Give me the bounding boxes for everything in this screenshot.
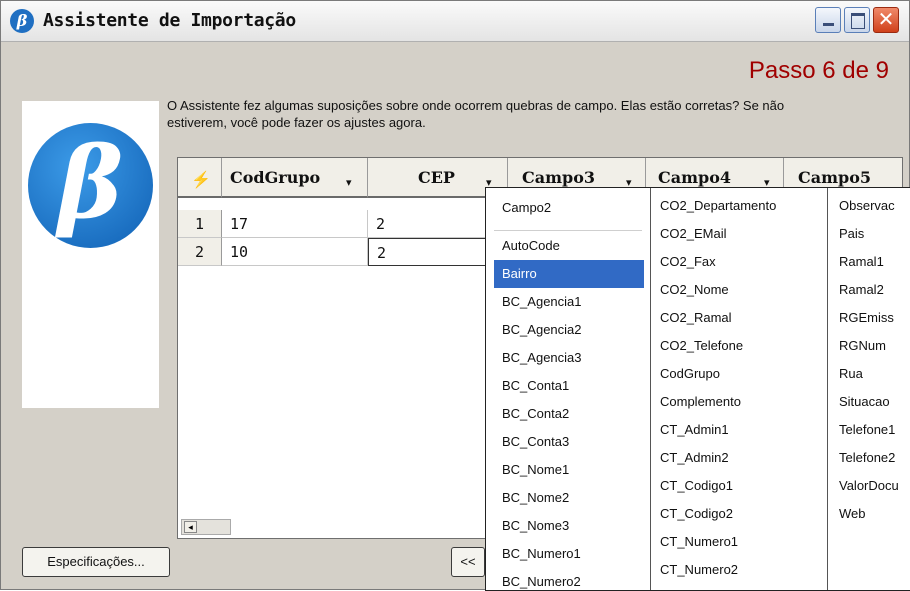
dropdown-item[interactable]: CT_Numero1 — [660, 528, 738, 556]
import-wizard-window: β Assistente de Importação ✕ Passo 6 de … — [0, 0, 910, 591]
dropdown-item[interactable]: CO2_Nome — [660, 276, 729, 304]
dropdown-item[interactable]: BC_Conta1 — [494, 372, 644, 400]
column-header-label: Campo5 — [798, 168, 872, 187]
dropdown-item[interactable]: CT_Numero2 — [660, 556, 738, 584]
wizard-message: O Assistente fez algumas suposições sobr… — [167, 98, 785, 130]
table-cell-active[interactable]: 2 — [368, 238, 486, 266]
title-bar[interactable]: β Assistente de Importação ✕ — [1, 1, 909, 42]
dropdown-item[interactable]: Pais — [839, 220, 864, 248]
row-number[interactable]: 1 — [178, 210, 222, 238]
dropdown-item[interactable]: Rua — [839, 360, 863, 388]
horizontal-scrollbar[interactable]: ◂ — [181, 519, 231, 535]
dropdown-item[interactable]: Complemento — [660, 388, 741, 416]
chevron-down-icon[interactable]: ▾ — [346, 176, 352, 189]
dropdown-item[interactable]: Ramal1 — [839, 248, 884, 276]
scroll-left-icon[interactable]: ◂ — [184, 521, 197, 533]
dropdown-item[interactable]: CO2_Fax — [660, 248, 716, 276]
dropdown-item[interactable]: BC_Agencia3 — [494, 344, 644, 372]
column-header-label: CodGrupo — [230, 168, 321, 187]
dropdown-item[interactable]: CO2_EMail — [660, 220, 726, 248]
dropdown-item[interactable]: ValorDocu — [839, 472, 899, 500]
dropdown-item[interactable]: RGNum — [839, 332, 886, 360]
brand-logo-icon: β — [28, 123, 153, 248]
minimize-button[interactable] — [815, 7, 841, 33]
close-icon: ✕ — [877, 7, 895, 31]
dropdown-divider — [494, 230, 642, 231]
dropdown-item[interactable]: BC_Agencia1 — [494, 288, 644, 316]
dropdown-item[interactable]: BC_Numero2 — [494, 568, 644, 590]
dropdown-item-selected[interactable]: Bairro — [494, 260, 644, 288]
dropdown-item[interactable]: BC_Conta2 — [494, 400, 644, 428]
minimize-icon — [823, 23, 834, 26]
dropdown-item[interactable]: AutoCode — [494, 232, 644, 260]
close-button[interactable]: ✕ — [873, 7, 899, 33]
app-logo-icon: β — [10, 9, 34, 33]
logo-panel: β — [22, 101, 159, 408]
dropdown-item[interactable]: CT_Codigo2 — [660, 500, 733, 528]
maximize-button[interactable] — [844, 7, 870, 33]
table-cell[interactable]: 10 — [222, 238, 368, 266]
table-cell[interactable]: 17 — [222, 210, 368, 238]
dropdown-item[interactable]: Observac — [839, 192, 895, 220]
specifications-button[interactable]: Especificações... — [22, 547, 170, 577]
dropdown-item[interactable]: Telefone2 — [839, 444, 895, 472]
dropdown-item[interactable]: RGEmiss — [839, 304, 894, 332]
dropdown-item[interactable]: BC_Nome3 — [494, 512, 644, 540]
dropdown-item[interactable]: BC_Numero1 — [494, 540, 644, 568]
dropdown-item[interactable]: BC_Conta3 — [494, 428, 644, 456]
dropdown-item[interactable]: CO2_Ramal — [660, 304, 732, 332]
step-indicator: Passo 6 de 9 — [748, 57, 889, 84]
dropdown-item[interactable]: BC_Agencia2 — [494, 316, 644, 344]
column-header-codgrupo[interactable]: CodGrupo ▾ — [222, 158, 368, 198]
window-title: Assistente de Importação — [43, 10, 296, 31]
column-header-label: Campo3 — [522, 168, 596, 187]
column-header-label: Campo4 — [658, 168, 732, 187]
back-button[interactable]: << — [451, 547, 485, 577]
dropdown-item[interactable]: Web — [839, 500, 866, 528]
field-name-dropdown: Campo2 AutoCode Bairro BC_Agencia1 BC_Ag… — [485, 187, 910, 591]
dropdown-item[interactable]: CO2_Telefone — [660, 332, 743, 360]
dropdown-column: Campo2 AutoCode Bairro BC_Agencia1 BC_Ag… — [486, 188, 651, 590]
dropdown-item[interactable]: BC_Nome2 — [494, 484, 644, 512]
dropdown-header-item[interactable]: Campo2 — [502, 194, 551, 222]
dropdown-column: CO2_Departamento CO2_EMail CO2_Fax CO2_N… — [650, 188, 828, 590]
column-header-label: CEP — [418, 168, 455, 187]
dropdown-item[interactable]: CT_Admin1 — [660, 416, 729, 444]
grid-corner[interactable]: ⚡ — [178, 158, 222, 198]
lightning-icon: ⚡ — [191, 172, 211, 189]
dropdown-item[interactable]: CO2_Departamento — [660, 192, 776, 220]
dropdown-column: Observac Pais Ramal1 Ramal2 RGEmiss RGNu… — [827, 188, 910, 590]
dropdown-item[interactable]: CT_Admin2 — [660, 444, 729, 472]
row-number[interactable]: 2 — [178, 238, 222, 266]
table-cell[interactable]: 2 — [368, 210, 486, 238]
dropdown-item[interactable]: CodGrupo — [660, 360, 720, 388]
dropdown-item[interactable]: BC_Nome1 — [494, 456, 644, 484]
dropdown-item[interactable]: Telefone1 — [839, 416, 895, 444]
dropdown-item[interactable]: CT_Codigo1 — [660, 472, 733, 500]
maximize-icon — [851, 13, 865, 29]
dropdown-item[interactable]: Situacao — [839, 388, 890, 416]
dropdown-item[interactable]: Ramal2 — [839, 276, 884, 304]
